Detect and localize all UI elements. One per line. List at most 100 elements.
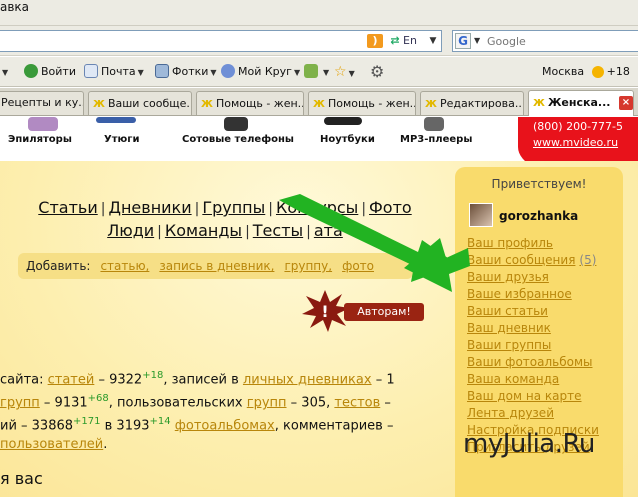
add-group-link[interactable]: группу, — [284, 259, 332, 273]
groups-link[interactable]: групп — [0, 395, 40, 410]
stats-line: ий – 33868+171 в 3193+14 фотоальбомах, к… — [0, 410, 460, 433]
category-irons[interactable]: Утюги — [96, 117, 154, 161]
chevron-down-icon[interactable]: ▼ — [474, 36, 480, 45]
photo-albums-link[interactable]: фотоальбомах — [175, 418, 275, 433]
nav-articles[interactable]: Статьи — [38, 198, 97, 217]
messages-link[interactable]: Ваши сообщения (5) — [467, 252, 599, 269]
nav-groups[interactable]: Группы — [202, 198, 265, 217]
login-button[interactable]: Войти — [24, 64, 76, 80]
messages-count: (5) — [579, 253, 597, 267]
butterfly-icon: ж — [201, 96, 213, 110]
gear-icon: ⚙ — [370, 62, 385, 81]
user-groups-link[interactable]: групп — [247, 395, 287, 410]
my-albums-link[interactable]: Ваши фотоальбомы — [467, 354, 599, 371]
nav-more[interactable]: ата — [314, 221, 343, 240]
nav-people[interactable]: Люди — [107, 221, 154, 240]
search-input[interactable] — [487, 33, 637, 49]
tab-label: Рецепты и ку... — [1, 96, 84, 109]
user-menu: Ваш профиль Ваши сообщения (5) Ваши друзь… — [467, 235, 599, 456]
stats-text: , записей в — [163, 372, 243, 388]
friends-feed-link[interactable]: Лента друзей — [467, 405, 599, 422]
nav-teams[interactable]: Команды — [165, 221, 242, 240]
tests-link[interactable]: тестов — [334, 395, 380, 410]
stats-line: сайта: статей – 9322+18, записей в личны… — [0, 364, 460, 387]
google-icon[interactable]: G — [455, 33, 471, 49]
mail-button[interactable]: Почта ▼ — [84, 64, 144, 80]
nav-contests[interactable]: Конкурсы — [276, 198, 358, 217]
favorites-button[interactable]: ☆ ▼ — [334, 64, 355, 80]
home-on-map-link[interactable]: Ваш дом на карте — [467, 388, 599, 405]
close-icon[interactable]: × — [619, 96, 633, 110]
address-row: ) ⇄ En ▼ G ▼ — [0, 26, 638, 56]
my-articles-link[interactable]: Ваши статьи — [467, 303, 599, 320]
butterfly-icon: ж — [313, 96, 325, 110]
sun-icon — [591, 66, 604, 78]
nav-diaries[interactable]: Дневники — [108, 198, 191, 217]
url-bar[interactable]: ) ⇄ En ▼ — [0, 30, 442, 52]
users-link[interactable]: пользователей — [0, 437, 103, 452]
tab-label: Ваши сообще... — [107, 97, 192, 110]
add-article-link[interactable]: статью, — [100, 259, 149, 273]
authors-label: Авторам! — [344, 303, 424, 321]
my-circle-button[interactable]: Мой Круг ▼ — [221, 64, 300, 80]
tab-edit[interactable]: ж Редактирова... — [420, 91, 524, 115]
add-label: Добавить: — [26, 259, 91, 273]
site-stats: сайта: статей – 9322+18, записей в личны… — [0, 364, 460, 456]
avatar[interactable] — [469, 203, 493, 227]
category-label: Эпиляторы — [8, 134, 72, 145]
mvideo-phone: (800) 200-777-5 — [533, 120, 624, 133]
translate-icon[interactable]: ⇄ — [387, 34, 403, 48]
category-mp3[interactable]: MP3-плееры — [400, 117, 472, 161]
personal-diaries-link[interactable]: личных дневниках — [243, 372, 372, 387]
photos-button[interactable]: Фотки ▼ — [155, 64, 217, 80]
chevron-down-icon[interactable]: ▼ — [425, 34, 441, 48]
my-diary-link[interactable]: Ваш дневник — [467, 320, 599, 337]
authors-button[interactable]: ! Авторам! — [300, 290, 426, 332]
tab-messages[interactable]: ж Ваши сообще... — [88, 91, 192, 115]
tab-strip: Рецепты и ку... ж Ваши сообще... ж Помощь … — [0, 88, 638, 116]
language-label[interactable]: En — [403, 34, 417, 47]
category-epilators[interactable]: Эпиляторы — [8, 117, 78, 161]
bookmark-add-button[interactable]: ▼ — [304, 64, 329, 80]
phone-image — [224, 117, 248, 131]
stats-text: ий – 33868 — [0, 418, 74, 434]
stats-text: . — [103, 437, 108, 452]
tab-help-1[interactable]: ж Помощь - жен... — [196, 91, 304, 115]
tab-recipes[interactable]: Рецепты и ку... — [0, 91, 84, 115]
stats-delta: +18 — [142, 370, 164, 381]
profile-link[interactable]: Ваш профиль — [467, 235, 599, 252]
category-laptops[interactable]: Ноутбуки — [320, 117, 380, 161]
epilator-image — [28, 117, 58, 131]
my-circle-label: Мой Круг — [238, 65, 292, 78]
weather-widget[interactable]: Москва +18 — [542, 64, 630, 80]
photos-label: Фотки — [172, 65, 209, 78]
username[interactable]: gorozhanka — [499, 209, 578, 223]
stats-text: , пользовательских — [108, 395, 247, 411]
mail-icon — [84, 64, 98, 78]
my-groups-link[interactable]: Ваши группы — [467, 337, 599, 354]
friends-link[interactable]: Ваши друзья — [467, 269, 599, 286]
category-phones[interactable]: Сотовые телефоны — [182, 117, 294, 161]
tab-women-active[interactable]: ж Женска... × — [528, 90, 634, 116]
butterfly-icon: ж — [425, 96, 437, 110]
search-box[interactable]: G ▼ — [452, 30, 638, 52]
mvideo-link[interactable]: www.mvideo.ru — [533, 136, 618, 149]
chevron-down-icon[interactable]: ▼ — [0, 64, 8, 80]
stats-text: – 9131 — [39, 395, 88, 411]
my-team-link[interactable]: Ваша команда — [467, 371, 599, 388]
login-label: Войти — [41, 65, 76, 78]
add-photo-link[interactable]: фото — [342, 259, 374, 273]
mp3-image — [424, 117, 444, 131]
nav-tests[interactable]: Тесты — [253, 221, 303, 240]
stats-text: – — [380, 395, 391, 411]
mail-label: Почта — [101, 65, 136, 78]
site-logo[interactable]: myJulia.Ru — [463, 429, 595, 459]
articles-link[interactable]: статей — [48, 372, 95, 387]
settings-button[interactable]: ⚙ — [370, 64, 384, 80]
rss-icon[interactable]: ) — [367, 34, 383, 48]
stats-delta: +171 — [73, 416, 101, 427]
add-diary-entry-link[interactable]: запись в дневник, — [159, 259, 274, 273]
favorites-link[interactable]: Ваше избранное — [467, 286, 599, 303]
tab-help-2[interactable]: ж Помощь - жен... — [308, 91, 416, 115]
nav-photo[interactable]: Фото — [369, 198, 412, 217]
